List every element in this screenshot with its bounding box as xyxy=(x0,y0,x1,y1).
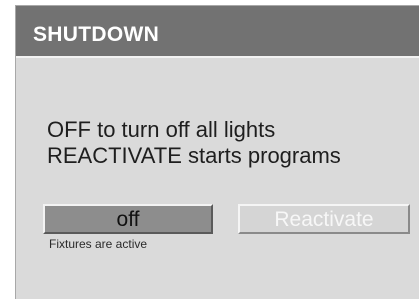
title-bar: SHUTDOWN xyxy=(16,6,419,58)
shutdown-panel: SHUTDOWN OFF to turn off all lights REAC… xyxy=(15,5,419,299)
reactivate-button[interactable]: Reactivate xyxy=(238,204,410,234)
instruction-line-reactivate: REACTIVATE starts programs xyxy=(47,143,341,168)
off-button[interactable]: off xyxy=(43,204,213,234)
instruction-message: OFF to turn off all lights REACTIVATE st… xyxy=(47,117,341,169)
fixture-status-text: Fixtures are active xyxy=(49,237,148,251)
panel-title: SHUTDOWN xyxy=(33,23,160,46)
instruction-line-off: OFF to turn off all lights xyxy=(47,117,276,142)
